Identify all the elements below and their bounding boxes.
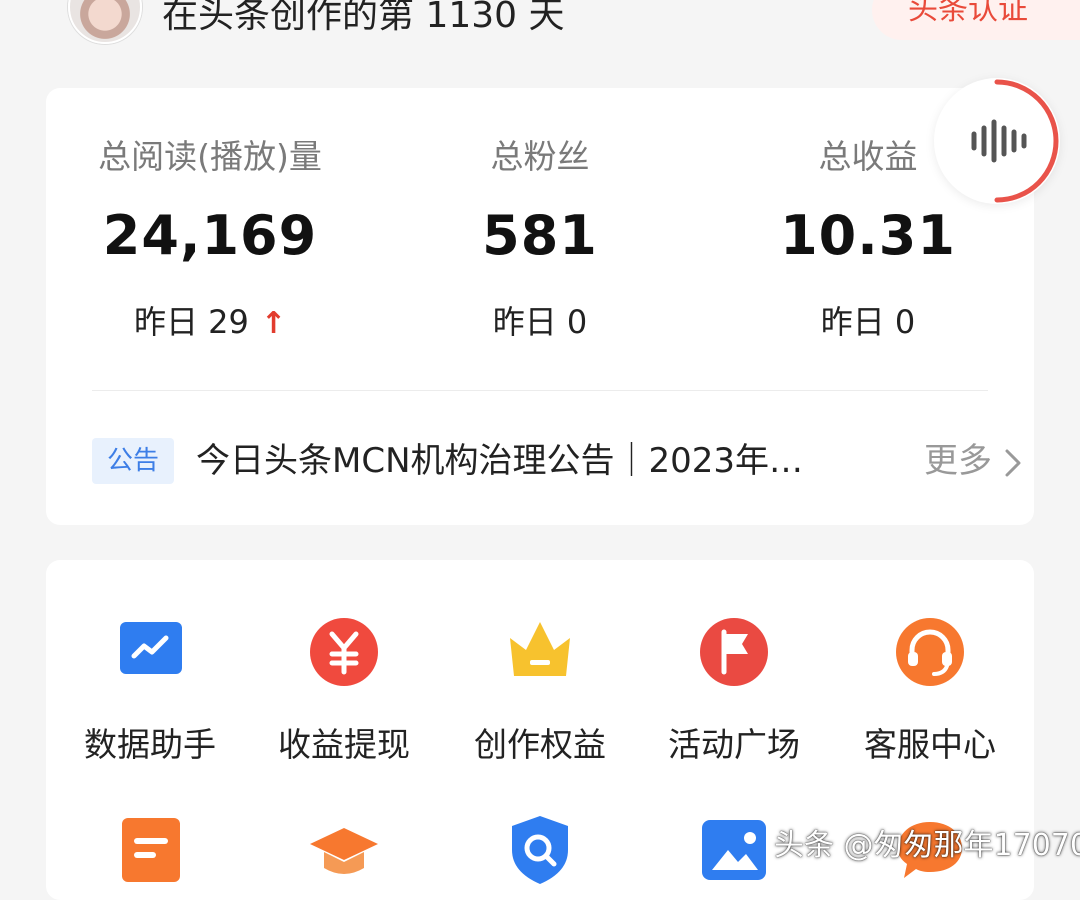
- stat-yesterday: 昨日 0: [820, 303, 916, 341]
- more-link[interactable]: 更多: [924, 434, 1022, 488]
- headset-icon: [896, 618, 964, 686]
- search-shield-icon: [512, 816, 568, 884]
- tool-creator-rights[interactable]: 创作权益: [450, 616, 630, 768]
- yuan-coin-icon: [310, 618, 378, 686]
- stat-total-fans[interactable]: 总粉丝 581 昨日 0: [390, 134, 690, 344]
- voice-assistant-button[interactable]: [934, 78, 1060, 204]
- verify-badge[interactable]: 头条认证: [872, 0, 1080, 40]
- stat-total-reads[interactable]: 总阅读(播放)量 24,169 昨日 29 ↑: [60, 134, 360, 344]
- stat-label: 总阅读(播放)量: [98, 137, 322, 176]
- tool-customer-service[interactable]: 客服中心: [840, 616, 1020, 768]
- notice-row[interactable]: 公告 今日头条MCN机构治理公告｜2023年… 更多: [92, 434, 1021, 488]
- tool-document[interactable]: [60, 814, 240, 886]
- chevron-right-icon: [1005, 449, 1021, 476]
- stat-value: 10.31: [780, 204, 956, 267]
- stat-yesterday: 昨日 29 ↑: [133, 303, 287, 341]
- notice-text[interactable]: 今日头条MCN机构治理公告｜2023年…: [196, 434, 856, 488]
- tool-activity-square[interactable]: 活动广场: [644, 616, 824, 768]
- document-icon: [122, 818, 180, 882]
- chart-trend-icon: [120, 622, 182, 674]
- tool-label: 客服中心: [864, 725, 996, 764]
- crown-icon: [510, 622, 570, 676]
- creator-header: 在头条创作的第 1130 天 头条认证: [0, 0, 1080, 60]
- stat-label: 总粉丝: [490, 137, 590, 176]
- tool-academy[interactable]: [254, 814, 434, 886]
- stat-value: 581: [482, 204, 598, 267]
- flag-icon: [700, 618, 768, 686]
- watermark: 头条 @匆匆那年17070: [774, 828, 1080, 863]
- arrow-up-icon: ↑: [260, 306, 287, 341]
- graduation-cap-icon: [310, 828, 378, 874]
- divider: [92, 390, 988, 391]
- tool-label: 收益提现: [278, 725, 410, 764]
- tool-data-assistant[interactable]: 数据助手: [60, 616, 240, 768]
- creation-days-text: 在头条创作的第 1130 天: [162, 0, 565, 36]
- tool-search-check[interactable]: [450, 814, 630, 886]
- tool-label: 创作权益: [474, 725, 606, 764]
- notice-tag: 公告: [92, 438, 174, 484]
- stat-value: 24,169: [102, 204, 318, 267]
- tool-label: 数据助手: [84, 725, 216, 764]
- stats-card: 总阅读(播放)量 24,169 昨日 29 ↑ 总粉丝 581 昨日 0 总收益 …: [46, 88, 1034, 525]
- avatar[interactable]: [68, 0, 142, 44]
- tool-income-withdraw[interactable]: 收益提现: [254, 616, 434, 768]
- tool-label: 活动广场: [668, 725, 800, 764]
- stat-yesterday: 昨日 0: [492, 303, 588, 341]
- voice-wave-icon: [971, 79, 1059, 203]
- image-icon: [702, 820, 766, 880]
